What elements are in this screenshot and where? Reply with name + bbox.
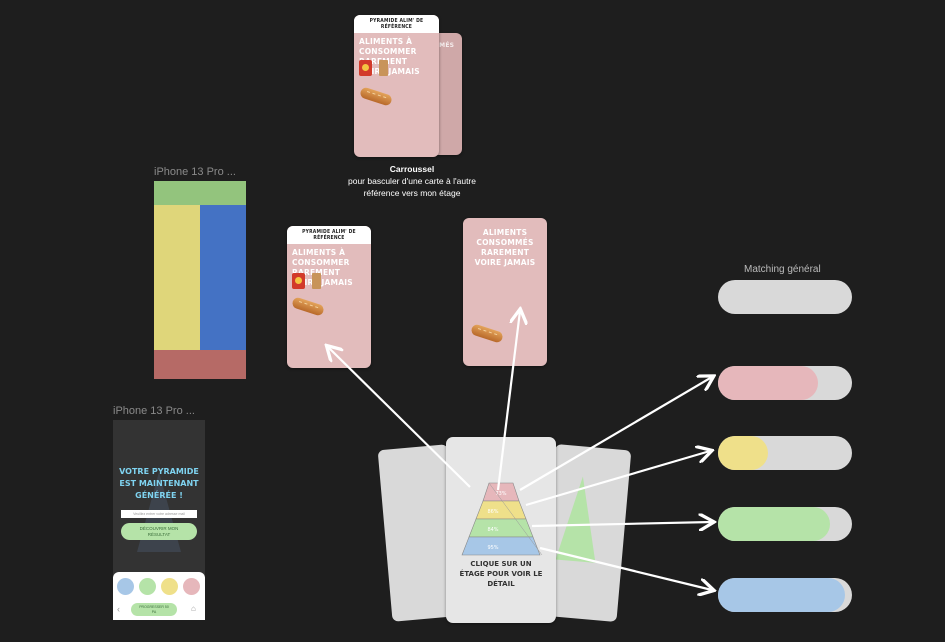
arrow-to-reference-card: [328, 347, 471, 488]
connector-arrows: [0, 0, 945, 642]
arrow-to-yellow-bar: [525, 451, 710, 507]
arrow-to-pink-bar: [519, 377, 712, 491]
arrow-to-consumed-card: [496, 311, 520, 491]
arrow-to-blue-bar: [539, 546, 712, 590]
arrow-to-green-bar: [531, 522, 712, 526]
